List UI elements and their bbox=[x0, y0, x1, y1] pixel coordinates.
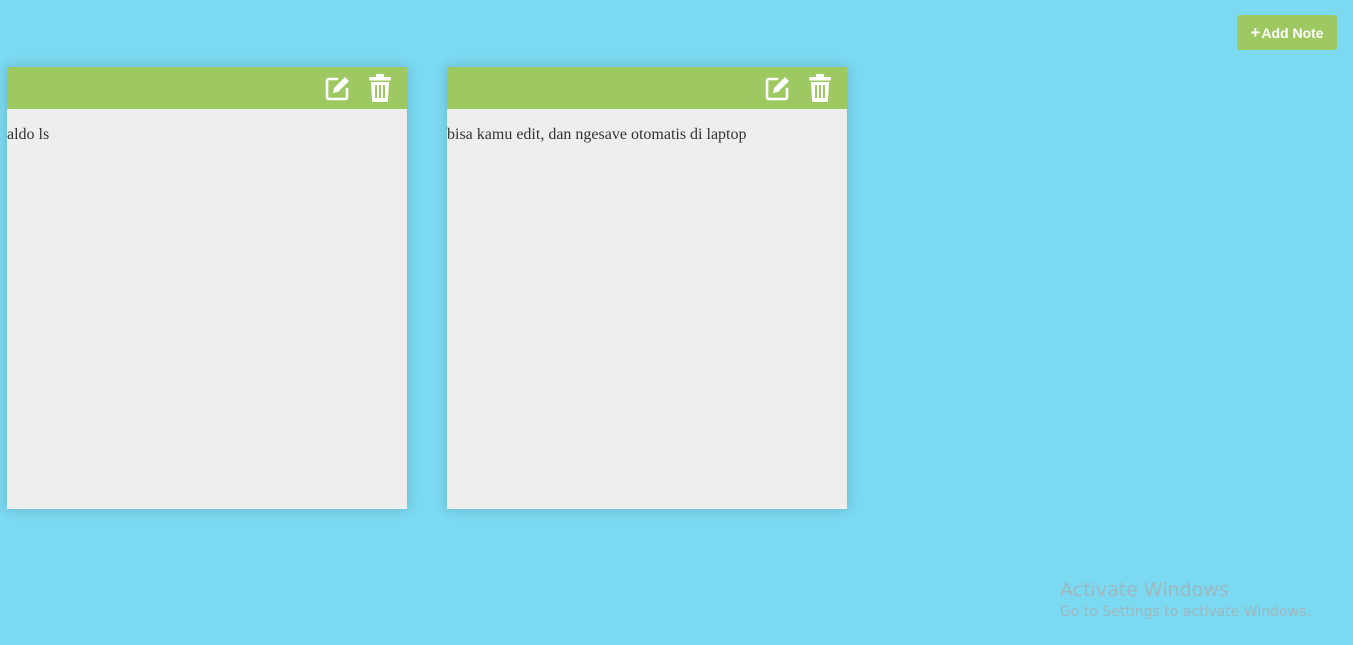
delete-button[interactable] bbox=[365, 73, 395, 103]
note-toolbar bbox=[7, 67, 407, 109]
trash-icon bbox=[809, 74, 831, 102]
delete-button[interactable] bbox=[805, 73, 835, 103]
edit-icon bbox=[765, 77, 789, 101]
note-card: bisa kamu edit, dan ngesave otomatis di … bbox=[447, 67, 847, 509]
edit-button[interactable] bbox=[323, 73, 353, 103]
trash-icon bbox=[369, 74, 391, 102]
watermark-title: Activate Windows bbox=[1060, 579, 1229, 601]
note-toolbar bbox=[447, 67, 847, 109]
note-text[interactable]: bisa kamu edit, dan ngesave otomatis di … bbox=[447, 109, 847, 144]
watermark-subtitle: Go to Settings to activate Windows. bbox=[1060, 604, 1311, 620]
note-text[interactable]: aldo ls bbox=[7, 109, 407, 144]
activate-windows-watermark: Activate Windows Go to Settings to activ… bbox=[1060, 578, 1311, 622]
add-note-label: Add Note bbox=[1261, 24, 1324, 41]
plus-icon: + bbox=[1250, 22, 1261, 42]
add-note-button[interactable]: + Add Note bbox=[1237, 15, 1337, 50]
edit-button[interactable] bbox=[763, 73, 793, 103]
note-card: aldo ls bbox=[7, 67, 407, 509]
edit-icon bbox=[325, 77, 349, 101]
